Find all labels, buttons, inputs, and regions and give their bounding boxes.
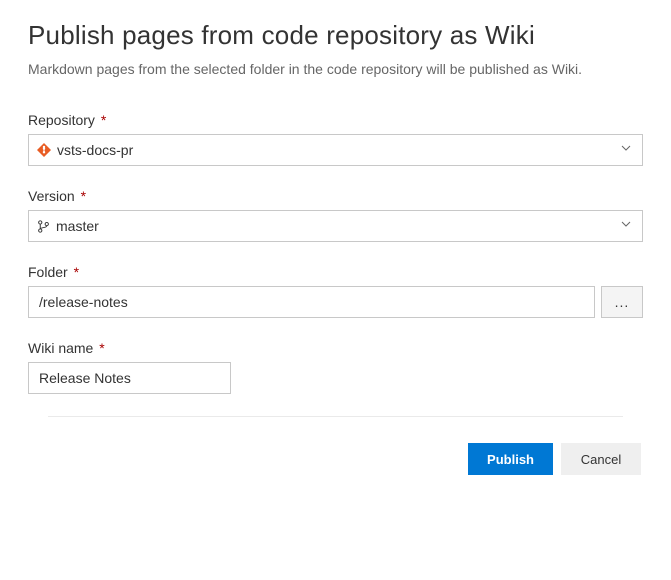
wiki-name-label-text: Wiki name <box>28 340 93 356</box>
version-label-text: Version <box>28 188 75 204</box>
git-repo-icon <box>37 143 51 157</box>
action-row: Publish Cancel <box>28 443 643 475</box>
version-value: master <box>56 218 99 234</box>
page-subtitle: Markdown pages from the selected folder … <box>28 59 643 80</box>
chevron-down-icon <box>620 141 632 159</box>
branch-icon <box>37 220 50 233</box>
cancel-button[interactable]: Cancel <box>561 443 641 475</box>
required-indicator: * <box>74 264 79 280</box>
repository-field-group: Repository * vsts-docs-pr <box>28 112 643 166</box>
version-dropdown[interactable]: master <box>28 210 643 242</box>
wiki-name-field-group: Wiki name * <box>28 340 643 394</box>
browse-folder-button[interactable]: ... <box>601 286 643 318</box>
folder-label-text: Folder <box>28 264 68 280</box>
chevron-down-icon <box>620 217 632 235</box>
required-indicator: * <box>81 188 86 204</box>
repository-value: vsts-docs-pr <box>57 142 133 158</box>
folder-field-group: Folder * ... <box>28 264 643 318</box>
publish-button[interactable]: Publish <box>468 443 553 475</box>
repository-label: Repository * <box>28 112 643 128</box>
repository-dropdown[interactable]: vsts-docs-pr <box>28 134 643 166</box>
required-indicator: * <box>99 340 104 356</box>
repository-label-text: Repository <box>28 112 95 128</box>
required-indicator: * <box>101 112 106 128</box>
folder-input[interactable] <box>28 286 595 318</box>
wiki-name-label: Wiki name * <box>28 340 643 356</box>
version-label: Version * <box>28 188 643 204</box>
folder-label: Folder * <box>28 264 643 280</box>
page-title: Publish pages from code repository as Wi… <box>28 20 643 51</box>
version-field-group: Version * master <box>28 188 643 242</box>
wiki-name-input[interactable] <box>28 362 231 394</box>
divider <box>48 416 623 417</box>
